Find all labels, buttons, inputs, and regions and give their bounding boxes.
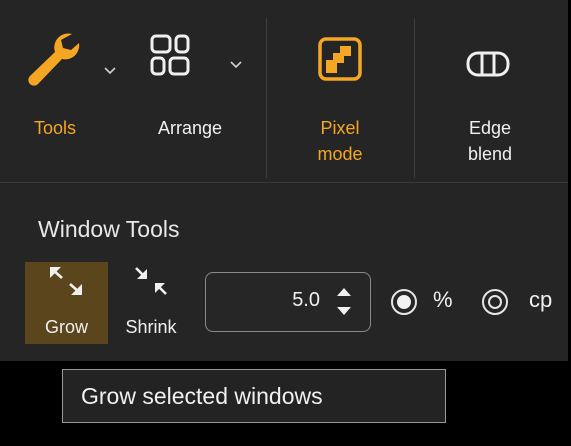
tooltip: Grow selected windows [62, 369, 446, 423]
edge-blend-icon [466, 51, 510, 77]
wrench-icon [28, 33, 80, 86]
amount-value[interactable]: 5.0 [292, 289, 320, 312]
percent-radio[interactable] [391, 289, 417, 315]
window-tools-panel: Tools Arrange Pixel mode Edge blend Wind… [0, 0, 568, 361]
tooltip-text: Grow selected windows [81, 383, 323, 409]
radio-unselected-ring [488, 295, 502, 309]
percent-label: % [433, 287, 453, 312]
toolbar-separator [266, 18, 267, 178]
cp-label: cp [529, 287, 553, 312]
pixel-mode-icon [318, 37, 362, 81]
pixel-mode-label-line2: mode [317, 144, 363, 164]
edge-blend-label-line2: blend [467, 144, 513, 164]
edge-blend-button[interactable]: Edge blend [440, 0, 540, 180]
grow-icon [50, 267, 82, 295]
edge-blend-label-line1: Edge [468, 118, 512, 138]
spin-up-icon[interactable] [336, 287, 352, 297]
grow-label: Grow [44, 317, 88, 337]
cp-radio[interactable] [482, 289, 508, 315]
arrange-chevron-down-icon[interactable] [229, 60, 243, 70]
shrink-button[interactable]: Shrink [112, 262, 190, 344]
radio-selected-dot [397, 295, 411, 309]
tools-chevron-down-icon[interactable] [103, 66, 117, 76]
tools-label: Tools [33, 118, 77, 138]
toolbar-separator [414, 18, 415, 178]
tools-button[interactable]: Tools [20, 0, 120, 180]
amount-spinner[interactable]: 5.0 [205, 272, 371, 332]
ribbon-toolbar: Tools Arrange Pixel mode Edge blend [0, 0, 568, 183]
shrink-label: Shrink [125, 317, 177, 337]
spin-down-icon[interactable] [336, 306, 352, 316]
pixel-mode-label-line1: Pixel [320, 118, 360, 138]
section-title: Window Tools [38, 216, 180, 242]
shrink-icon [135, 267, 167, 295]
pixel-mode-button[interactable]: Pixel mode [290, 0, 390, 180]
grow-button[interactable]: Grow [25, 262, 108, 344]
arrange-label: Arrange [157, 118, 223, 138]
arrange-button[interactable]: Arrange [145, 0, 245, 180]
arrange-icon [150, 34, 190, 76]
